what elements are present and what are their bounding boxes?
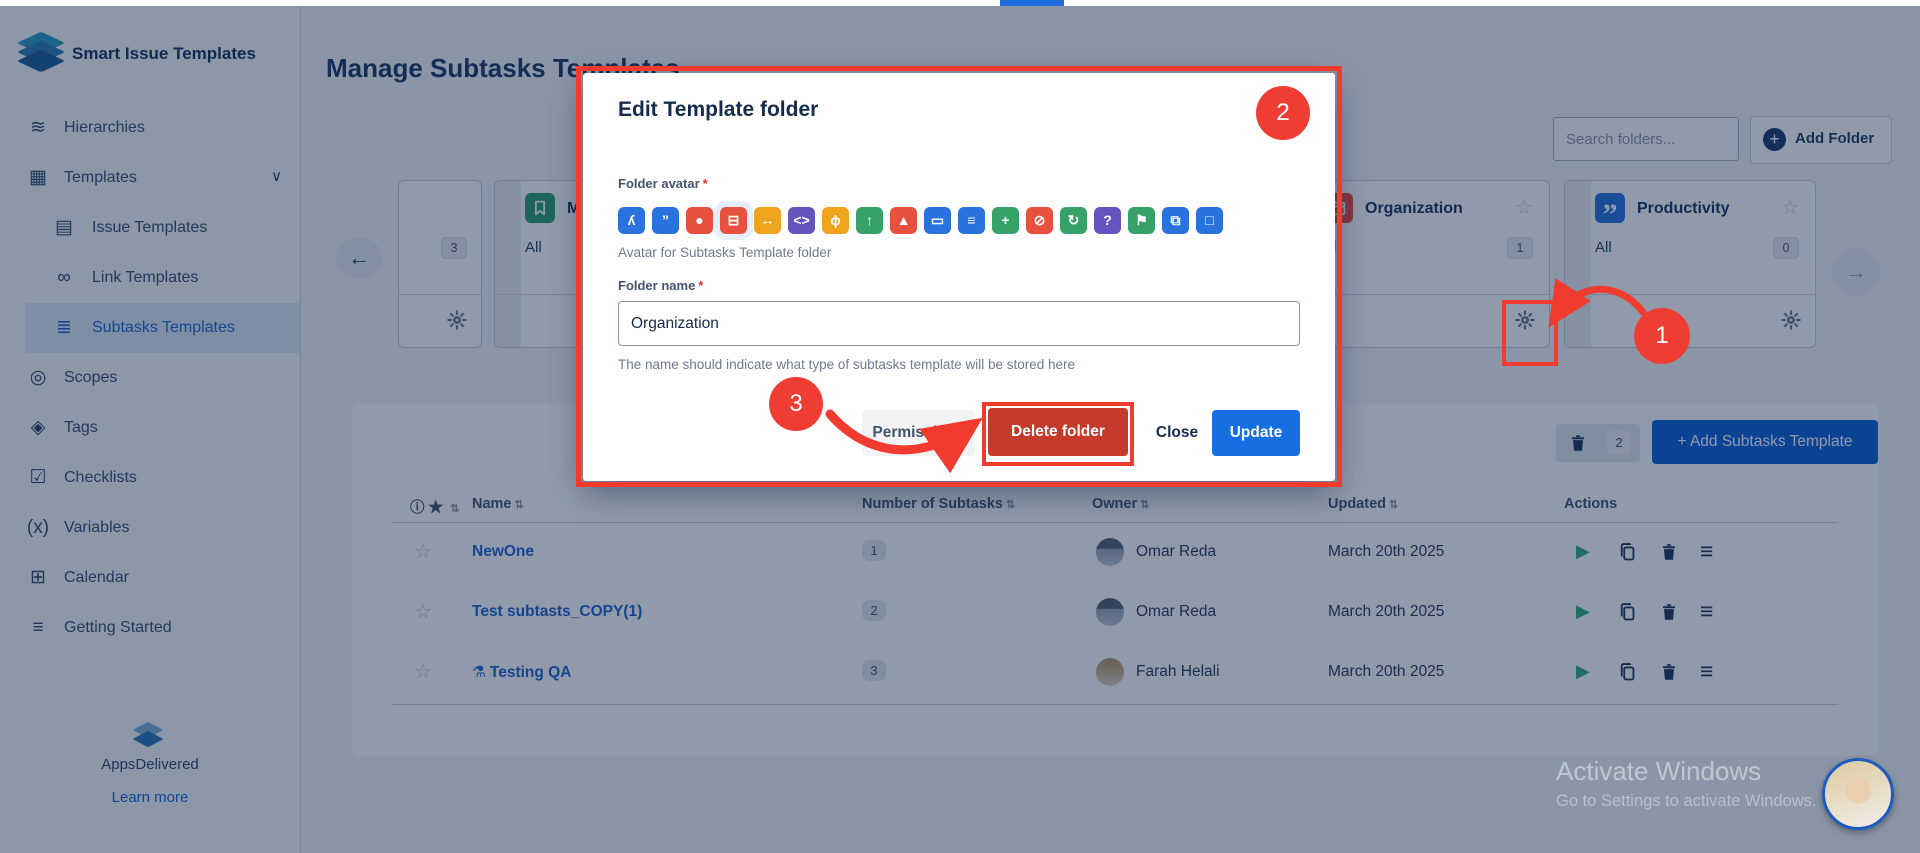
app-root: Smart Issue Templates ≋Hierarchies∨▦Temp… — [0, 0, 1920, 853]
delete-folder-button[interactable]: Delete folder — [988, 408, 1128, 456]
commit-icon[interactable]: ϕ — [822, 207, 849, 234]
arrow-up-icon[interactable]: ↑ — [856, 207, 883, 234]
refresh-icon[interactable]: ↻ — [1060, 207, 1087, 234]
annotation-step-3: 3 — [769, 377, 823, 431]
folder-name-input[interactable] — [618, 301, 1300, 346]
no-entry-icon[interactable]: ⊘ — [1026, 207, 1053, 234]
activate-windows-watermark: Activate Windows — [1556, 756, 1761, 787]
activate-windows-subtext: Go to Settings to activate Windows. — [1556, 792, 1816, 811]
calendar-icon[interactable]: ⊟ — [720, 207, 747, 234]
permissions-button[interactable]: Permissions — [862, 410, 975, 456]
lines-icon[interactable]: ≡ — [958, 207, 985, 234]
dot-icon[interactable]: ● — [686, 207, 713, 234]
avatar-help-text: Avatar for Subtasks Template folder — [618, 245, 831, 260]
top-strip — [0, 0, 1920, 6]
folder-avatar-picker: ʎ ” ● ⊟ ↔ <> ϕ ↑ ▲ ▭ ≡ + ⊘ ↻? ⚑ ⧉ □ — [618, 200, 1223, 240]
annotation-step-2: 2 — [1256, 86, 1310, 140]
annotation-step-1: 1 — [1634, 308, 1690, 364]
edit-template-folder-modal: Edit Template folder Folder avatar* ʎ ” ● ⊟… — [583, 73, 1335, 481]
arrows-horizontal-icon[interactable]: ↔ — [754, 207, 781, 234]
modal-title: Edit Template folder — [618, 98, 818, 122]
branch-icon[interactable]: ʎ — [618, 207, 645, 234]
overlap-squares-icon[interactable]: ⧉ — [1162, 207, 1189, 234]
top-tab-indicator — [1000, 0, 1064, 6]
rectangle-icon[interactable]: ▭ — [924, 207, 951, 234]
plus-icon[interactable]: + — [992, 207, 1019, 234]
folder-avatar-label: Folder avatar* — [618, 176, 708, 191]
name-help-text: The name should indicate what type of su… — [618, 357, 1075, 372]
cone-icon[interactable]: ▲ — [890, 207, 917, 234]
update-button[interactable]: Update — [1212, 410, 1300, 456]
question-icon[interactable]: ? — [1094, 207, 1121, 234]
folder-name-label: Folder name* — [618, 278, 703, 293]
close-button[interactable]: Close — [1146, 410, 1208, 456]
support-chat-avatar[interactable] — [1822, 758, 1894, 830]
flag-icon[interactable]: ⚑ — [1128, 207, 1155, 234]
code-icon[interactable]: <> — [788, 207, 815, 234]
quotes-icon[interactable]: ” — [652, 207, 679, 234]
square-icon[interactable]: □ — [1196, 207, 1223, 234]
